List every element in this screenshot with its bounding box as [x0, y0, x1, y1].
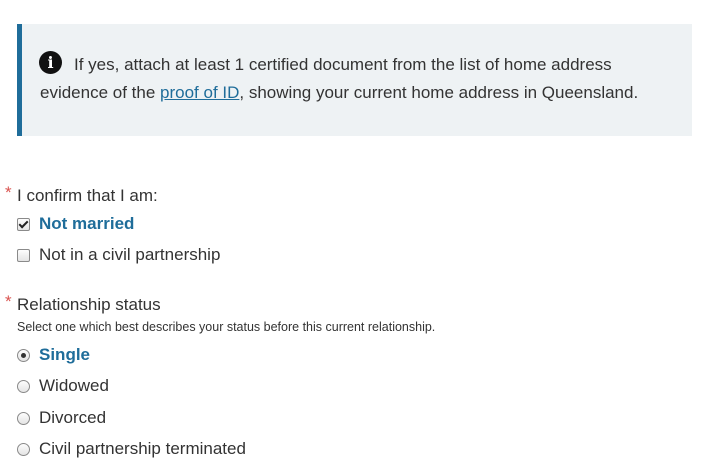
radio-unselected[interactable] — [17, 379, 30, 393]
radio-civil-partnership-terminated[interactable]: Civil partnership terminated — [17, 437, 246, 461]
callout-text-end: , showing your current home address in Q… — [239, 83, 639, 102]
option-label: Not in a civil partnership — [39, 245, 221, 264]
checkbox-not-married[interactable]: Not married — [17, 212, 134, 236]
checkbox-not-civil-partnership[interactable]: Not in a civil partnership — [17, 243, 220, 267]
relationship-field-label: Relationship status — [17, 295, 161, 314]
radio-unselected[interactable] — [17, 411, 30, 425]
confirm-field-label: I confirm that I am: — [17, 186, 158, 205]
radio-unselected[interactable] — [17, 442, 30, 456]
radio-widowed[interactable]: Widowed — [17, 374, 109, 398]
option-label: Civil partnership terminated — [39, 439, 246, 458]
radio-single[interactable]: Single — [17, 343, 90, 367]
info-callout: i If yes, attach at least 1 certified do… — [17, 24, 692, 136]
radio-divorced[interactable]: Divorced — [17, 406, 106, 430]
checkbox-unchecked[interactable] — [17, 248, 30, 262]
required-marker: * — [5, 292, 12, 311]
callout-text: If yes, attach at least 1 certified docu… — [40, 51, 680, 107]
option-label: Divorced — [39, 408, 107, 427]
option-label: Widowed — [39, 376, 109, 395]
option-label: Single — [39, 345, 91, 364]
radio-selected[interactable] — [17, 348, 30, 362]
relationship-hint: Select one which best describes your sta… — [17, 320, 436, 334]
required-marker: * — [5, 183, 12, 202]
proof-of-id-link[interactable]: proof of ID — [160, 83, 239, 102]
checkbox-checked[interactable] — [17, 217, 30, 231]
option-label: Not married — [39, 214, 135, 233]
